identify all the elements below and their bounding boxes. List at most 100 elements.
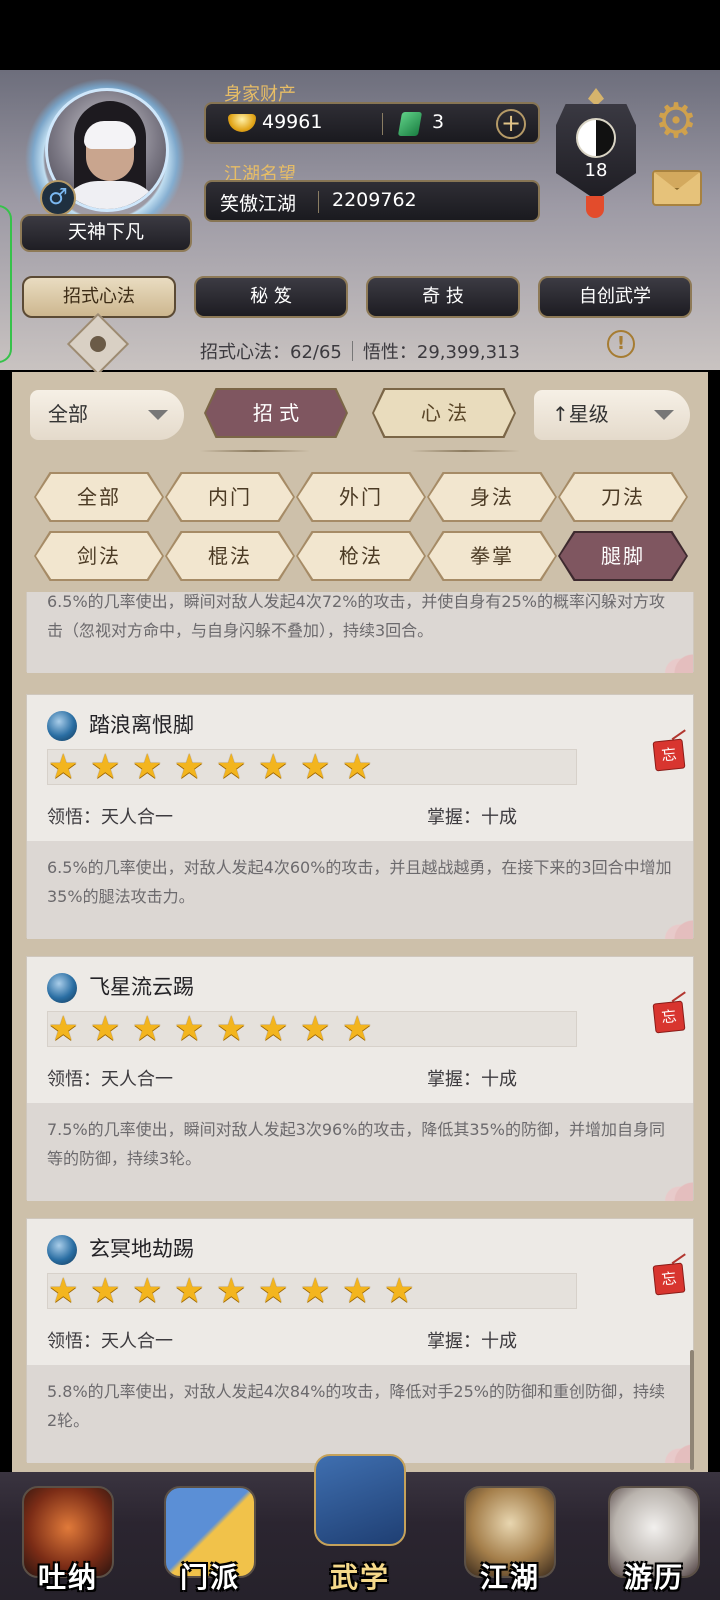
nav-label: 武学 [329, 1561, 390, 1594]
comprehension: 领悟：天人合一 [47, 1069, 173, 1090]
skill-description: 5.8%的几率使出，对敌人发起4次84%的攻击，降低对手25%的防御和重创防御，… [27, 1365, 693, 1463]
skill-card[interactable]: 玄冥地劫踢 ★ ★ ★ ★ ★ ★ ★ ★ ★ 领悟：天人合一 掌握：十成 忘 … [26, 1218, 694, 1463]
skill-icon [47, 711, 77, 741]
mastery: 掌握：十成 [427, 807, 517, 828]
star-rating: ★ ★ ★ ★ ★ ★ ★ ★ [47, 1011, 577, 1047]
sort-dropdown[interactable]: ↑星级 [534, 390, 690, 440]
gold-ingot-icon [228, 114, 256, 132]
star-icon: ★ [216, 1271, 247, 1311]
rank-level: 18 [584, 160, 608, 181]
star-icon: ★ [216, 1009, 247, 1049]
skill-card[interactable]: 踏浪离恨脚 ★ ★ ★ ★ ★ ★ ★ ★ 领悟：天人合一 掌握：十成 忘 6.… [26, 694, 694, 939]
nav-sect[interactable]: 门派 [156, 1486, 264, 1596]
filter-outer[interactable]: 外门 [298, 474, 424, 520]
filter-spear[interactable]: 枪法 [298, 533, 424, 579]
star-rating: ★ ★ ★ ★ ★ ★ ★ ★ [47, 749, 577, 785]
toggle-moves[interactable]: 招 式 [206, 390, 346, 436]
filter-staff[interactable]: 棍法 [167, 533, 293, 579]
star-icon: ★ [174, 747, 205, 787]
scrollbar[interactable] [690, 1350, 694, 1470]
toggle-methods[interactable]: 心 法 [374, 390, 514, 436]
tab-special-skills[interactable]: 奇 技 [366, 276, 520, 318]
skill-name: 飞星流云踢 [89, 975, 194, 999]
filter-blade[interactable]: 刀法 [560, 474, 686, 520]
star-icon: ★ [300, 1009, 331, 1049]
star-icon: ★ [258, 747, 289, 787]
forget-button[interactable]: 忘 [653, 1001, 685, 1033]
gold-amount: 49961 [262, 111, 323, 133]
filter-fist[interactable]: 拳掌 [429, 533, 555, 579]
star-icon: ★ [132, 747, 163, 787]
divider-ornament [410, 450, 520, 452]
gear-icon[interactable]: ⚙ [650, 96, 702, 148]
stats-line: 招式心法：62/65 悟性：29,399,313 [200, 338, 520, 364]
info-icon[interactable]: ! [607, 330, 635, 358]
skill-card[interactable]: 飞星流云踢 ★ ★ ★ ★ ★ ★ ★ ★ 领悟：天人合一 掌握：十成 忘 7.… [26, 956, 694, 1201]
filter-leg[interactable]: 腿脚 [560, 533, 686, 579]
star-icon: ★ [90, 1271, 121, 1311]
add-currency-button[interactable]: + [496, 109, 526, 139]
jade-amount: 3 [432, 111, 445, 133]
star-icon: ★ [174, 1009, 205, 1049]
skill-list[interactable]: 6.5%的几率使出，瞬间对敌人发起4次72%的攻击，并使自身有25%的概率闪躲对… [26, 592, 694, 1472]
nav-breathing[interactable]: 吐纳 [14, 1486, 122, 1596]
nav-martial-arts[interactable]: 武学 [306, 1454, 414, 1596]
star-icon: ★ [300, 1271, 331, 1311]
skill-description: 6.5%的几率使出，对敌人发起4次60%的攻击，并且越战越勇，在接下来的3回合中… [27, 841, 693, 939]
mail-icon[interactable] [652, 170, 702, 206]
filter-inner[interactable]: 内门 [167, 474, 293, 520]
taiji-icon [576, 118, 616, 158]
nav-jianghu[interactable]: 江湖 [456, 1486, 564, 1596]
nav-label: 游历 [623, 1561, 684, 1594]
chevron-down-icon [148, 410, 168, 420]
category-dropdown[interactable]: 全部 [30, 390, 184, 440]
fame-value: 2209762 [332, 189, 417, 211]
sort-dropdown-value: ↑星级 [552, 402, 609, 426]
filter-all[interactable]: 全部 [36, 474, 162, 520]
fame-bar: 笑傲江湖 2209762 [204, 180, 540, 222]
nav-label: 吐纳 [37, 1561, 98, 1594]
status-bar [0, 0, 720, 70]
star-icon: ★ [258, 1009, 289, 1049]
mastery: 掌握：十成 [427, 1069, 517, 1090]
star-icon: ★ [342, 747, 373, 787]
skill-card-partial[interactable]: 6.5%的几率使出，瞬间对敌人发起4次72%的攻击，并使自身有25%的概率闪躲对… [26, 592, 694, 673]
chevron-down-icon [654, 410, 674, 420]
fame-title: 笑傲江湖 [220, 193, 297, 215]
filter-movement[interactable]: 身法 [429, 474, 555, 520]
jade-icon [397, 112, 423, 136]
forget-button[interactable]: 忘 [653, 739, 685, 771]
skill-icon [47, 973, 77, 1003]
star-icon: ★ [90, 747, 121, 787]
category-dropdown-value: 全部 [48, 402, 88, 426]
divider-ornament [200, 450, 310, 452]
avatar[interactable]: ♂ [12, 76, 198, 226]
filter-sword[interactable]: 剑法 [36, 533, 162, 579]
nav-label: 江湖 [479, 1561, 540, 1594]
star-icon: ★ [300, 747, 331, 787]
star-icon: ★ [342, 1271, 373, 1311]
star-icon: ★ [132, 1271, 163, 1311]
star-icon: ★ [48, 1271, 79, 1311]
star-icon: ★ [90, 1009, 121, 1049]
skill-name: 玄冥地劫踢 [89, 1237, 194, 1261]
side-indicator [0, 205, 12, 363]
star-icon: ★ [132, 1009, 163, 1049]
comprehension: 领悟：天人合一 [47, 807, 173, 828]
tab-secret-books[interactable]: 秘 笈 [194, 276, 348, 318]
star-icon: ★ [216, 747, 247, 787]
tab-custom-martial[interactable]: 自创武学 [538, 276, 692, 318]
skill-icon [47, 1235, 77, 1265]
book-icon [314, 1454, 406, 1546]
forget-button[interactable]: 忘 [653, 1263, 685, 1295]
mastery: 掌握：十成 [427, 1331, 517, 1352]
star-rating: ★ ★ ★ ★ ★ ★ ★ ★ ★ [47, 1273, 577, 1309]
tab-moves-methods[interactable]: 招式心法 [22, 276, 176, 318]
star-icon: ★ [258, 1271, 289, 1311]
player-name: 天神下凡 [20, 214, 192, 252]
rank-tassel [586, 196, 604, 218]
gender-male-icon: ♂ [40, 180, 76, 216]
star-icon: ★ [174, 1271, 205, 1311]
nav-travel[interactable]: 游历 [600, 1486, 708, 1596]
skill-description: 7.5%的几率使出，瞬间对敌人发起3次96%的攻击，降低其35%的防御，并增加自… [27, 1103, 693, 1201]
